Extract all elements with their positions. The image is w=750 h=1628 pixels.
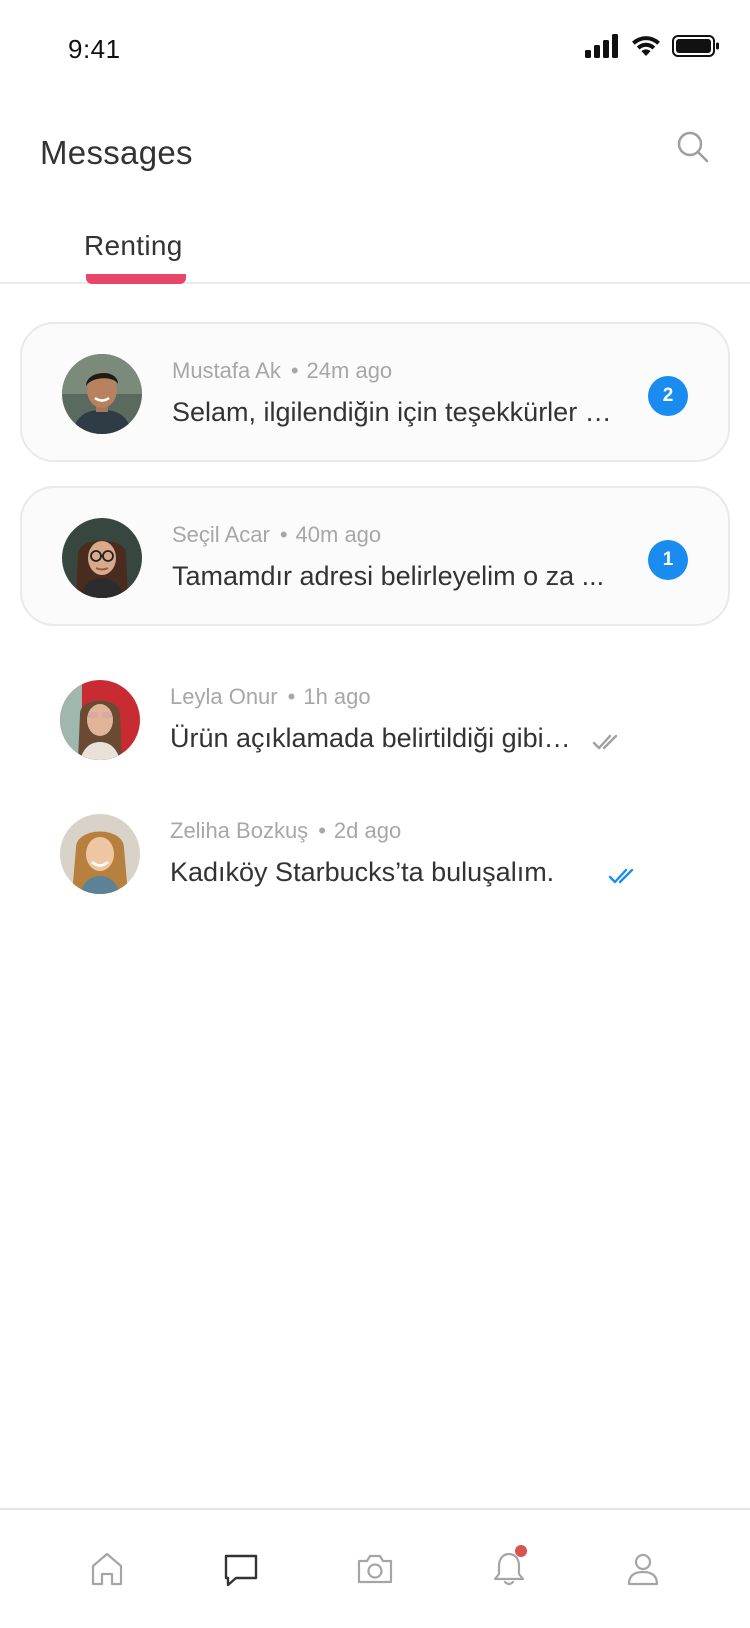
conversation-meta: Leyla Onur • 1h ago xyxy=(170,684,371,710)
message-time: 40m ago xyxy=(295,522,382,547)
nav-home[interactable] xyxy=(79,1541,135,1597)
avatar xyxy=(60,814,140,894)
conversation-meta: Seçil Acar • 40m ago xyxy=(172,522,381,548)
conversation-item[interactable]: Mustafa Ak • 24m ago Selam, ilgilendiğin i… xyxy=(20,322,730,462)
search-button[interactable] xyxy=(674,128,714,168)
nav-camera[interactable] xyxy=(347,1541,403,1597)
nav-profile[interactable] xyxy=(615,1541,671,1597)
message-preview: Selam, ilgilendiğin için teşekkürler … xyxy=(172,397,612,427)
delivered-check-icon xyxy=(592,734,618,750)
conversation-item[interactable]: Seçil Acar • 40m ago Tamamdır adresi belir… xyxy=(20,486,730,626)
active-tab-indicator xyxy=(86,274,186,284)
message-preview: Ürün açıklamada belirtildiği gibi… xyxy=(170,723,571,753)
status-time: 9:41 xyxy=(68,34,121,64)
nav-messages[interactable] xyxy=(213,1541,269,1597)
conversation-meta: Mustafa Ak • 24m ago xyxy=(172,358,392,384)
separator-dot: • xyxy=(287,684,296,709)
conversation-item[interactable]: Zeliha Bozkuş • 2d ago Kadıköy Starbucks’t… xyxy=(20,784,730,924)
notification-dot xyxy=(515,1545,527,1557)
separator-dot: • xyxy=(279,522,288,547)
wifi-icon xyxy=(630,34,662,63)
tab-bar: Renting xyxy=(0,220,750,284)
unread-count-badge: 2 xyxy=(648,376,688,416)
message-preview: Tamamdır adresi belirleyelim o za ... xyxy=(172,561,605,591)
battery-icon xyxy=(672,34,720,63)
home-icon xyxy=(91,1552,123,1586)
bottom-navigation xyxy=(0,1508,750,1628)
conversation-item[interactable]: Leyla Onur • 1h ago Ürün açıklamada belirt… xyxy=(20,650,730,790)
sender-name: Zeliha Bozkuş xyxy=(170,818,309,843)
camera-icon xyxy=(357,1554,393,1584)
nav-notifications[interactable] xyxy=(481,1541,537,1597)
separator-dot: • xyxy=(318,818,326,843)
sender-name: Leyla Onur xyxy=(170,684,278,709)
sender-name: Seçil Acar xyxy=(172,522,270,547)
message-time: 1h ago xyxy=(303,684,371,709)
chat-icon xyxy=(224,1554,258,1587)
read-check-icon xyxy=(608,868,634,884)
messages-screen: 9:41 Messages Renting Mustafa Ak • 24m a… xyxy=(0,0,750,1628)
message-time: 24m ago xyxy=(306,358,393,383)
avatar xyxy=(62,354,142,434)
signal-icon xyxy=(584,34,620,63)
message-preview: Kadıköy Starbucks’ta buluşalım. xyxy=(170,857,555,887)
message-time: 2d ago xyxy=(333,818,402,843)
page-title: Messages xyxy=(40,134,193,171)
conversation-meta: Zeliha Bozkuş • 2d ago xyxy=(170,818,401,844)
separator-dot: • xyxy=(290,358,299,383)
status-icons xyxy=(584,34,720,63)
avatar xyxy=(62,518,142,598)
unread-count-badge: 1 xyxy=(648,540,688,580)
profile-icon xyxy=(627,1553,659,1586)
search-icon xyxy=(677,131,709,163)
status-bar: 9:41 xyxy=(0,0,750,96)
sender-name: Mustafa Ak xyxy=(172,358,281,383)
tab-renting[interactable]: Renting xyxy=(84,230,183,262)
avatar xyxy=(60,680,140,760)
